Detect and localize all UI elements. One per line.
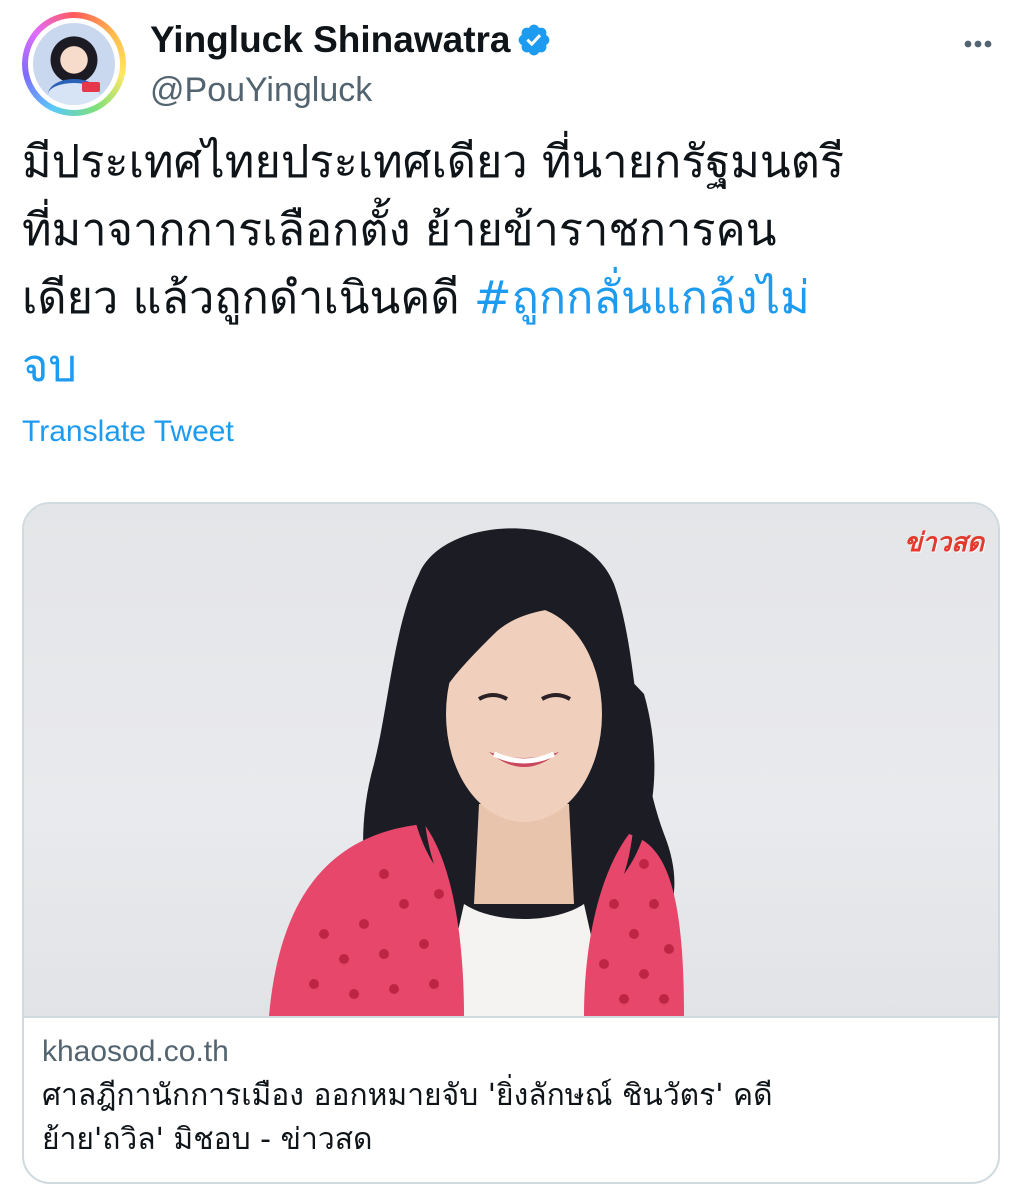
more-options-button[interactable] bbox=[964, 30, 992, 58]
card-title-line: ศาลฎีกานักการเมือง ออกหมายจับ 'ยิ่งลักษณ… bbox=[42, 1078, 773, 1113]
tweet-text-segment: เดียว แล้วถูกดำเนินคดี bbox=[22, 271, 474, 324]
translate-tweet-link[interactable]: Translate Tweet bbox=[22, 412, 234, 452]
card-meta[interactable]: khaosod.co.th ศาลฎีกานักการเมือง ออกหมาย… bbox=[42, 1030, 980, 1162]
card-divider bbox=[24, 1016, 998, 1018]
verified-badge-icon bbox=[518, 24, 550, 56]
portrait-illustration bbox=[269, 528, 684, 1016]
more-horizontal-icon bbox=[964, 40, 992, 48]
tweet-text-line: มีประเทศไทยประเทศเดียว ที่นายกรัฐมนตรี bbox=[22, 135, 845, 188]
author-handle[interactable]: @PouYingluck bbox=[150, 70, 372, 110]
tweet-text-line: จบ bbox=[22, 332, 1012, 400]
hashtag-link-continued[interactable]: จบ bbox=[22, 339, 77, 392]
link-card[interactable]: ข่าวสด khaosod.co.th ศาลฎีกานักการเมือง … bbox=[22, 502, 1000, 1184]
tweet-text: มีประเทศไทยประเทศเดียว ที่นายกรัฐมนตรี ท… bbox=[22, 128, 1012, 400]
avatar[interactable] bbox=[22, 12, 126, 116]
card-domain: khaosod.co.th bbox=[42, 1035, 229, 1068]
tweet[interactable]: Yingluck Shinawatra @PouYingluck มีประเท… bbox=[0, 0, 1022, 1200]
card-title-line: ย้าย'ถวิล' มิชอบ - ข่าวสด bbox=[42, 1122, 373, 1157]
tweet-text-line: ที่มาจากการเลือกตั้ง ย้ายข้าราชการคน bbox=[22, 203, 777, 256]
source-watermark: ข่าวสด bbox=[904, 528, 984, 558]
news-photo-portrait[interactable]: ข่าวสด bbox=[24, 504, 998, 1016]
author-display-name[interactable]: Yingluck Shinawatra bbox=[150, 18, 511, 62]
tweet-text-line: เดียว แล้วถูกดำเนินคดี #ถูกกลั่นแกล้งไม่ bbox=[22, 264, 1012, 332]
profile-photo bbox=[33, 23, 115, 105]
hashtag-link[interactable]: #ถูกกลั่นแกล้งไม่ bbox=[474, 271, 810, 324]
